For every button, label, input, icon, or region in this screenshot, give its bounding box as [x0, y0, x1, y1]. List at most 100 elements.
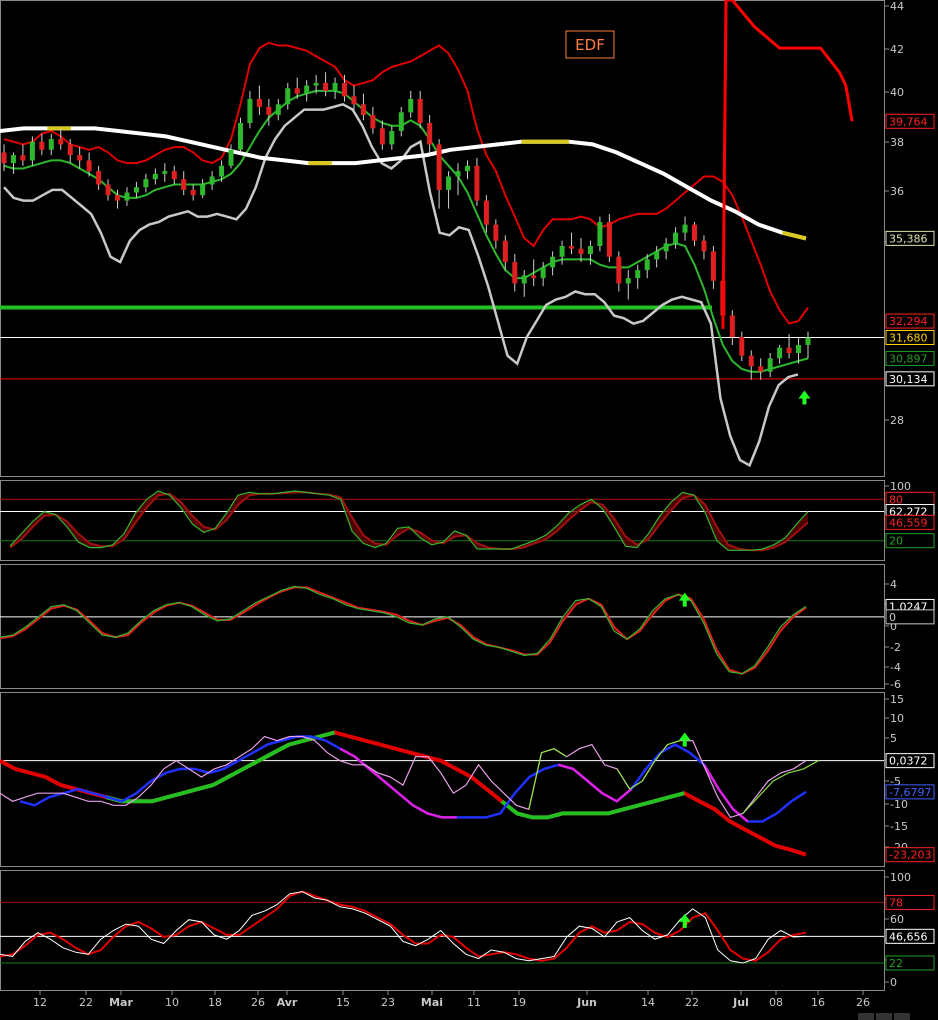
candle-body: [29, 141, 35, 161]
candle-body: [663, 243, 669, 252]
price-value-tag: 31,680: [885, 329, 935, 345]
candle-body: [351, 96, 357, 105]
value-tag-label: 0: [889, 611, 896, 624]
trend-value-tag: -7,6797: [885, 784, 935, 800]
chart-title-box: EDF: [565, 30, 615, 59]
price-ytick-label: 40: [890, 86, 904, 99]
x-tick-label: 26: [856, 996, 870, 1009]
candle-body: [275, 104, 281, 115]
chart-title: EDF: [575, 36, 605, 54]
value-tag-label: 46,559: [889, 516, 928, 529]
chart-canvas: 2834363840424439,76435,38632,29431,68030…: [0, 0, 938, 1020]
candle-body: [228, 149, 234, 166]
candle-body: [606, 221, 612, 257]
rsi-value-tag: 46,656: [885, 928, 935, 944]
candle-body: [313, 82, 319, 86]
x-tick-label: 10: [165, 996, 179, 1009]
x-tick-label: Mar: [109, 996, 133, 1009]
candle-body: [294, 88, 300, 94]
candle-body: [143, 179, 149, 188]
x-tick-label: Jun: [576, 996, 597, 1009]
candle-body: [521, 275, 527, 284]
candle-body: [417, 98, 423, 124]
candle-body: [105, 184, 111, 196]
candle-body: [115, 195, 121, 201]
x-tick-label: 14: [641, 996, 655, 1009]
candle-body: [209, 176, 215, 185]
candle-body: [616, 256, 622, 284]
rsi-value-tag: 78: [885, 894, 935, 910]
candle-body: [39, 141, 45, 150]
candle-body: [86, 160, 92, 172]
candle-body: [786, 347, 792, 353]
candle-body: [682, 224, 688, 233]
x-tick-label: 18: [208, 996, 222, 1009]
candle-body: [701, 240, 707, 252]
candle-body: [10, 155, 16, 164]
value-tag-label: 30,134: [889, 373, 928, 386]
trend-value-tag: 0,0372: [885, 753, 935, 769]
candle-body: [162, 171, 168, 174]
candle-body: [777, 347, 783, 359]
candle-body: [625, 278, 631, 284]
candle-body: [729, 315, 735, 337]
candle-body: [587, 246, 593, 255]
candle-body: [266, 106, 272, 115]
value-tag-label: -7,6797: [889, 786, 931, 799]
value-tag-label: 22: [889, 957, 903, 970]
x-tick-label: 08: [769, 996, 783, 1009]
candle-body: [389, 131, 395, 145]
trend-ytick-label: -15: [890, 820, 908, 833]
price-value-tag: 32,294: [885, 313, 935, 329]
value-tag-label: 35,386: [889, 232, 928, 245]
candle-body: [237, 123, 243, 150]
candle-body: [256, 98, 262, 107]
candle-body: [200, 184, 206, 196]
candle-body: [124, 192, 130, 201]
candle-body: [710, 251, 716, 281]
price-value-tag: 30,134: [885, 371, 935, 387]
candle-body: [796, 344, 802, 353]
candle-body: [597, 221, 603, 247]
candle-body: [550, 256, 556, 268]
x-tick-label: 19: [512, 996, 526, 1009]
rsi-ytick-label: 0: [890, 976, 897, 989]
candle-body: [370, 114, 376, 129]
candle-body: [578, 248, 584, 255]
candle-body: [398, 112, 404, 132]
candle-body: [96, 171, 102, 185]
toolbar-corner: [858, 1013, 910, 1020]
x-tick-label: 12: [33, 996, 47, 1009]
candle-body: [464, 165, 470, 172]
candle-body: [767, 358, 773, 372]
candle-body: [512, 262, 518, 284]
price-ytick-label: 44: [890, 0, 904, 13]
trend-ytick-label: 10: [890, 712, 904, 725]
candle-body: [739, 336, 745, 356]
candle-body: [20, 155, 26, 161]
candle-body: [493, 224, 499, 241]
candle-body: [58, 139, 64, 145]
price-ytick-label: 36: [890, 185, 904, 198]
oscillator-ytick-label: -6: [890, 678, 901, 691]
candle-body: [502, 240, 508, 263]
x-tick-label: Jul: [732, 996, 749, 1009]
price-ytick-label: 28: [890, 414, 904, 427]
candle-body: [190, 189, 196, 196]
candle-body: [323, 82, 329, 91]
candle-body: [67, 144, 73, 156]
trend-ytick-label: 5: [890, 732, 897, 745]
candle-body: [1, 152, 7, 164]
price-ytick-label: 38: [890, 136, 904, 149]
stochastic-value-tag: 46,559: [885, 514, 935, 530]
x-tick-label: Avr: [277, 996, 298, 1009]
price-ytick-label: 42: [890, 43, 904, 56]
value-tag-label: 32,294: [889, 315, 928, 328]
value-tag-label: 46,656: [889, 930, 928, 943]
candle-body: [654, 251, 660, 260]
candle-body: [455, 171, 461, 177]
candle-body: [181, 179, 187, 190]
x-tick-label: 15: [336, 996, 350, 1009]
candle-body: [559, 246, 565, 257]
candle-body: [673, 232, 679, 244]
